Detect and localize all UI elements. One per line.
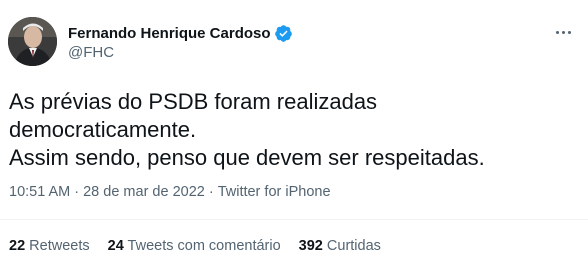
tweet-text-line: democraticamente.: [9, 117, 197, 142]
avatar[interactable]: [8, 17, 57, 66]
tweet-time[interactable]: 10:51 AM: [9, 184, 70, 200]
quotes-count: 24: [107, 238, 124, 254]
meta-separator: ·: [208, 184, 214, 200]
tweet-date[interactable]: 28 de mar de 2022: [83, 184, 205, 200]
retweets-label: Retweets: [29, 238, 90, 254]
more-options-icon[interactable]: [548, 22, 578, 42]
quotes-label: Tweets com comentário: [127, 238, 281, 254]
likes-count: 392: [298, 238, 323, 254]
tweet-source[interactable]: Twitter for iPhone: [218, 184, 331, 200]
author-display-name[interactable]: Fernando Henrique Cardoso: [68, 25, 271, 42]
meta-separator: ·: [74, 184, 80, 200]
quote-tweets-stat[interactable]: 24 Tweets com comentário: [108, 238, 281, 254]
verified-badge-icon: [274, 24, 292, 42]
tweet-stats: 22 Retweets 24 Tweets com comentário 392…: [9, 238, 381, 254]
tweet-text-line: Assim sendo, penso que devem ser respeit…: [9, 145, 485, 170]
retweets-count: 22: [9, 238, 26, 254]
tweet-card: Fernando Henrique Cardoso @FHC As prévia…: [0, 0, 588, 272]
tweet-metadata: 10:51 AM · 28 de mar de 2022 · Twitter for i…: [9, 184, 331, 200]
divider: [0, 219, 588, 220]
author-name-row: Fernando Henrique Cardoso: [68, 23, 293, 43]
retweets-stat[interactable]: 22 Retweets: [9, 238, 90, 254]
tweet-text: As prévias do PSDB foram realizadas demo…: [9, 88, 579, 172]
likes-label: Curtidas: [326, 238, 381, 254]
author-handle[interactable]: @FHC: [68, 44, 114, 61]
likes-stat[interactable]: 392 Curtidas: [299, 238, 381, 254]
avatar-image: [8, 17, 57, 66]
tweet-text-line: As prévias do PSDB foram realizadas: [9, 89, 378, 114]
